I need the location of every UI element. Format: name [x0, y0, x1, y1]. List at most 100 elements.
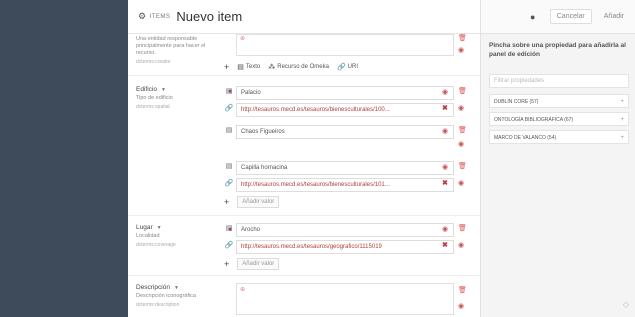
- eye-icon[interactable]: ◉: [458, 46, 464, 54]
- property-lugar: Lugar ▼ Localidad dcterms:coverage ● ▤ Ar…: [128, 220, 480, 276]
- required-marker-icon: ⊕: [240, 36, 246, 42]
- property-description: Descripción iconográfica: [136, 293, 196, 299]
- value-input[interactable]: Arocho: [236, 223, 454, 237]
- action-bar: ● Cancelar Añadir: [481, 0, 635, 34]
- add-value-row: + Añadir valor: [224, 196, 280, 208]
- value-input[interactable]: Capilla hornacina: [236, 161, 454, 175]
- add-uri-button[interactable]: 🔗 URI: [337, 63, 358, 71]
- plus-icon: +: [620, 99, 624, 105]
- property-creator: Una entidad responsable principalmente p…: [128, 34, 480, 76]
- close-icon[interactable]: ✖: [442, 179, 448, 187]
- close-icon[interactable]: ✖: [442, 104, 448, 112]
- required-marker-icon: ⊕: [240, 287, 246, 293]
- property-edificio: Edificio ▼ Tipo de edificio dcterms:spati…: [128, 82, 480, 216]
- add-resource-button[interactable]: ⁂ Recurso de Omeka: [268, 63, 329, 71]
- property-selector-panel: ● Cancelar Añadir Pincha sobre una propi…: [480, 0, 635, 317]
- vocabulary-item[interactable]: ONTOLOGÍA BIBLIOGRÁFICA (67) +: [489, 112, 629, 126]
- property-label-block: Lugar ▼ Localidad dcterms:coverage: [136, 224, 224, 248]
- chevron-down-icon[interactable]: ▼: [161, 87, 166, 93]
- add-text-button[interactable]: ▤ Texto: [237, 63, 260, 71]
- add-value-row: + ▤ Texto ⁂ Recurso de Omeka 🔗 URI: [224, 62, 358, 72]
- add-value-button[interactable]: Añadir valor: [237, 258, 280, 270]
- property-label-block: Edificio ▼ Tipo de edificio dcterms:spati…: [136, 86, 224, 110]
- plus-icon: +: [224, 197, 230, 207]
- eye-icon[interactable]: ◉: [442, 88, 448, 96]
- eye-icon[interactable]: ◉: [458, 179, 464, 187]
- plus-icon: +: [620, 135, 624, 141]
- vocabulary-item[interactable]: DUBLIN CORE (57) +: [489, 94, 629, 108]
- eye-icon[interactable]: ◉: [442, 163, 448, 171]
- eye-icon[interactable]: ◉: [458, 241, 464, 249]
- vocabulary-item[interactable]: MARCO DE VALANCO (54) +: [489, 130, 629, 144]
- text-value-icon: ▤: [225, 127, 233, 134]
- text-icon: ▤: [237, 64, 244, 71]
- cancel-button[interactable]: Cancelar: [549, 9, 592, 24]
- uri-value-input[interactable]: http://tesauros.mecd.es/tesauros/geograf…: [236, 240, 454, 254]
- panel-hint: Pincha sobre una propiedad para añadirla…: [489, 42, 626, 58]
- property-term: dcterms:spatial: [136, 104, 170, 110]
- left-sidebar-backdrop: [0, 0, 128, 317]
- edit-panel: ⚙ ITEMS Nuevo item Una entidad responsab…: [128, 0, 480, 317]
- property-label-text: Descripción: [136, 284, 170, 291]
- plus-icon: +: [224, 62, 230, 72]
- text-value-icon: ▤: [225, 163, 233, 170]
- property-label-block: Una entidad responsable principalmente p…: [136, 34, 224, 65]
- eye-icon[interactable]: ◉: [458, 140, 464, 148]
- items-badge: ⚙ ITEMS: [138, 11, 170, 22]
- eye-icon[interactable]: ◉: [458, 302, 464, 310]
- link-icon: 🔗: [224, 242, 234, 249]
- eye-icon[interactable]: ◉: [442, 225, 448, 233]
- property-label-block: Descripción ▼ Descripción iconográfica dc…: [136, 284, 224, 308]
- value-textarea[interactable]: [236, 283, 454, 315]
- delete-icon[interactable]: 🗑: [458, 87, 467, 95]
- add-value-button[interactable]: Añadir valor: [237, 196, 280, 208]
- property-label: Descripción ▼: [136, 284, 224, 291]
- text-value-icon: ▤: [225, 225, 233, 232]
- close-icon[interactable]: ✖: [442, 241, 448, 249]
- add-uri-label: URI: [347, 64, 358, 70]
- link-icon: 🔗: [336, 64, 346, 71]
- delete-icon[interactable]: 🗑: [458, 162, 467, 170]
- eye-icon[interactable]: ◉: [458, 104, 464, 112]
- value-input[interactable]: Palacio: [236, 86, 454, 100]
- property-term: dcterms:creator: [136, 59, 171, 65]
- vocabulary-label: DUBLIN CORE (57): [494, 99, 539, 105]
- resource-icon: ⁂: [268, 64, 276, 71]
- delete-icon[interactable]: 🗑: [458, 224, 467, 232]
- items-badge-label: ITEMS: [149, 13, 171, 20]
- value-input[interactable]: Chaos Figueiros: [236, 125, 454, 139]
- page-title: Nuevo item: [176, 9, 243, 24]
- eye-icon[interactable]: ●: [522, 12, 544, 22]
- filter-properties-input[interactable]: Filtrar propiedades: [489, 74, 629, 88]
- plus-icon: +: [620, 117, 624, 123]
- eye-icon[interactable]: ◉: [442, 127, 448, 135]
- delete-icon[interactable]: 🗑: [458, 286, 467, 294]
- property-term: dcterms:coverage: [136, 242, 176, 248]
- resize-icon[interactable]: ◇: [623, 300, 629, 309]
- property-descripcion: Descripción ▼ Descripción iconográfica dc…: [128, 280, 480, 317]
- property-term: dcterms:description: [136, 302, 180, 308]
- property-label-text: Edificio: [136, 86, 157, 93]
- property-description: Tipo de edificio: [136, 95, 173, 101]
- link-icon: 🔗: [224, 180, 234, 187]
- chevron-down-icon[interactable]: ▼: [174, 285, 179, 291]
- add-text-label: Texto: [245, 64, 261, 70]
- uri-value-input[interactable]: http://tesauros.mecd.es/tesauros/bienesc…: [236, 178, 454, 192]
- vocabulary-label: ONTOLOGÍA BIBLIOGRÁFICA (67): [494, 117, 574, 123]
- plus-icon: +: [224, 259, 230, 269]
- delete-icon[interactable]: 🗑: [458, 126, 467, 134]
- vocabulary-label: MARCO DE VALANCO (54): [494, 135, 557, 141]
- value-textarea[interactable]: [236, 34, 454, 56]
- gear-icon: ⚙: [138, 11, 147, 21]
- add-value-row: + Añadir valor: [224, 258, 280, 270]
- delete-icon[interactable]: 🗑: [458, 34, 467, 42]
- property-description: Una entidad responsable principalmente p…: [136, 36, 206, 56]
- add-resource-label: Recurso de Omeka: [277, 64, 329, 70]
- uri-value-input[interactable]: http://tesauros.mecd.es/tesauros/bienesc…: [236, 103, 454, 117]
- top-bar: ⚙ ITEMS Nuevo item: [128, 0, 480, 34]
- add-button[interactable]: Añadir: [598, 10, 630, 23]
- property-label-text: Lugar: [136, 224, 153, 231]
- chevron-down-icon[interactable]: ▼: [157, 225, 162, 231]
- link-icon: 🔗: [224, 105, 234, 112]
- property-description: Localidad: [136, 233, 160, 239]
